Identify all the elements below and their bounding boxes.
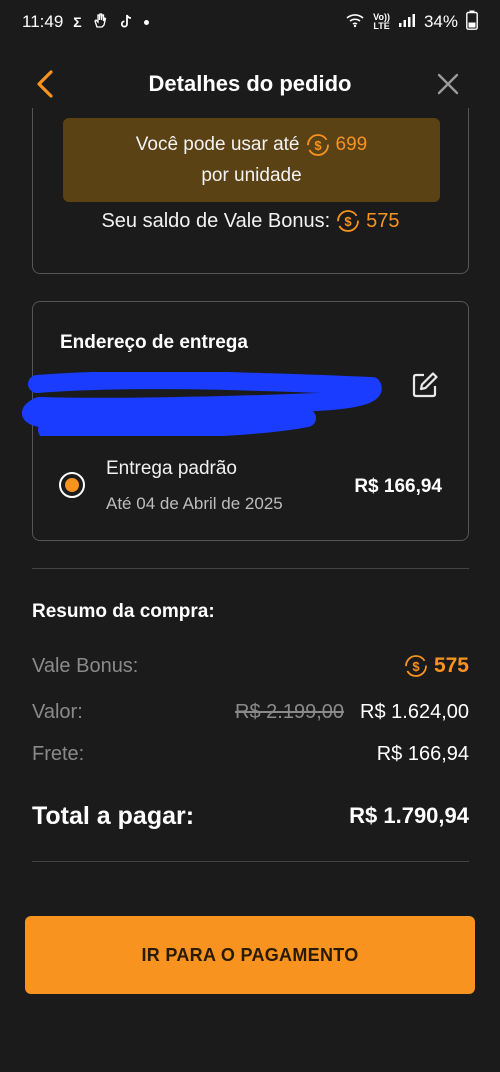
total-label: Total a pagar:: [32, 801, 195, 830]
vale-bonus-label: Vale Bonus:: [32, 654, 139, 677]
back-button[interactable]: [30, 68, 60, 100]
shipping-option-price: R$ 166,94: [354, 476, 442, 497]
valor-label: Valor:: [32, 700, 83, 723]
address-card: Endereço de entrega Entrega padrão Até 0…: [21, 301, 469, 541]
battery-percent: 34%: [423, 12, 458, 31]
address-title: Endereço de entrega: [60, 332, 248, 353]
radio-selected-dot: [65, 478, 79, 492]
divider: [32, 861, 469, 862]
edit-address-button[interactable]: [410, 370, 440, 400]
edit-icon: [412, 372, 438, 398]
tiktok-icon: [118, 13, 134, 32]
bonus-balance: Seu saldo de Vale Bonus: $ 575: [33, 204, 468, 238]
shipping-radio[interactable]: [59, 472, 85, 498]
go-to-payment-button[interactable]: IR PARA O PAGAMENTO: [25, 916, 475, 994]
status-bar: 11:49 Σ Vo)) LTE 34%: [0, 0, 500, 44]
order-content[interactable]: Você pode usar até $ 699 por unidade Seu…: [0, 108, 500, 1072]
bonus-usage-prefix: Você pode usar até: [135, 134, 300, 155]
close-button[interactable]: [434, 70, 462, 98]
hand-icon: [92, 12, 108, 32]
summary-title: Resumo da compra:: [32, 601, 215, 622]
vale-bonus-value-wrap: $ 575: [404, 654, 469, 678]
notification-dot: [143, 19, 149, 25]
bonus-card: Você pode usar até $ 699 por unidade Seu…: [32, 108, 469, 274]
wifi-icon: [345, 12, 365, 33]
page-title: Detalhes do pedido: [148, 71, 352, 96]
svg-text:$: $: [314, 138, 322, 153]
frete-label: Frete:: [32, 742, 85, 765]
coin-icon: $: [336, 209, 360, 233]
frete-value: R$ 166,94: [376, 742, 469, 765]
shipping-option-name: Entrega padrão: [106, 458, 237, 479]
divider: [32, 568, 469, 569]
chevron-left-icon: [37, 70, 53, 98]
svg-text:$: $: [412, 659, 420, 674]
signal-icon: [398, 12, 416, 33]
close-icon: [437, 73, 459, 95]
bonus-usage-suffix: por unidade: [201, 165, 302, 186]
valor-original-price: R$ 2.199,00: [235, 700, 345, 723]
summary-row-vale-bonus: Vale Bonus: $ 575: [32, 650, 469, 682]
sigma-icon: Σ: [73, 14, 82, 30]
bonus-usage-line: Você pode usar até $ 699: [136, 129, 367, 160]
volte-icon: Vo)) LTE: [373, 13, 390, 31]
coin-icon: $: [404, 654, 428, 678]
bonus-usage-banner: Você pode usar até $ 699 por unidade: [63, 118, 440, 202]
status-right: Vo)) LTE 34%: [345, 10, 478, 35]
redacted-address: [21, 372, 382, 436]
total-value: R$ 1.790,94: [349, 803, 469, 828]
volte-bottom-text: LTE: [373, 21, 390, 31]
status-time: 11:49: [22, 12, 64, 31]
battery-icon: [466, 10, 478, 35]
summary-row-frete: Frete: R$ 166,94: [32, 738, 469, 770]
bonus-balance-amount: 575: [366, 209, 400, 232]
valor-final-price: R$ 1.624,00: [360, 700, 469, 723]
summary-row-total: Total a pagar: R$ 1.790,94: [32, 800, 469, 832]
svg-text:$: $: [345, 214, 353, 229]
bonus-usage-amount: 699: [335, 134, 368, 155]
vale-bonus-value: 575: [433, 654, 469, 677]
bonus-balance-label: Seu saldo de Vale Bonus:: [101, 209, 331, 232]
shipping-option-date: Até 04 de Abril de 2025: [106, 494, 283, 513]
status-left: 11:49 Σ: [22, 12, 149, 32]
coin-icon: $: [306, 133, 330, 157]
valor-values: R$ 2.199,00 R$ 1.624,00: [235, 701, 469, 724]
summary-row-valor: Valor: R$ 2.199,00 R$ 1.624,00: [32, 696, 469, 728]
